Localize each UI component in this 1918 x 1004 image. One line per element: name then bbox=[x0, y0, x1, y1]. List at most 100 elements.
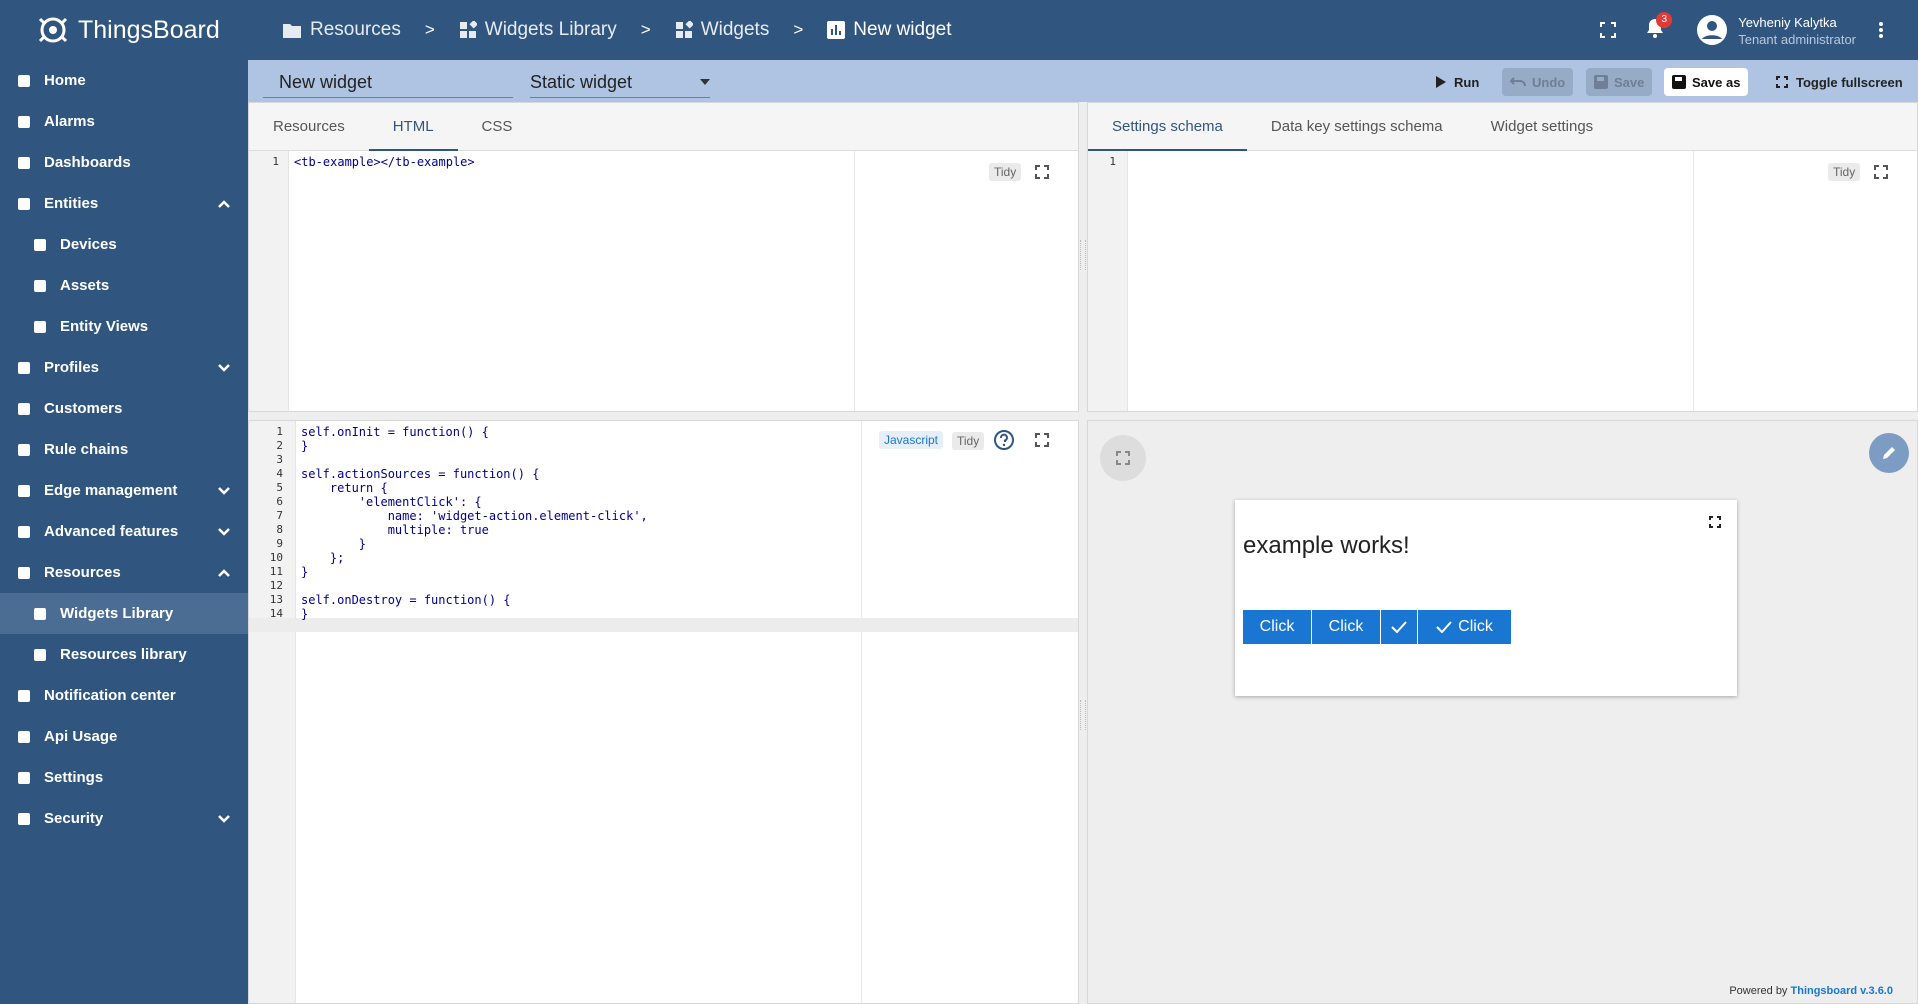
vertical-splitter-handle[interactable] bbox=[1080, 700, 1086, 730]
shield-icon bbox=[14, 809, 34, 829]
sidebar-item-label: Devices bbox=[60, 236, 117, 253]
chevron-up-icon[interactable] bbox=[218, 195, 230, 212]
sidebar-item-edge-management[interactable]: Edge management bbox=[0, 470, 248, 511]
tab-html[interactable]: HTML bbox=[368, 103, 458, 151]
profiles-icon bbox=[14, 358, 34, 378]
run-button[interactable]: Run bbox=[1428, 68, 1487, 96]
breadcrumb-separator: > bbox=[793, 20, 804, 39]
line-number: 1 bbox=[272, 155, 279, 168]
line-number: 5 bbox=[276, 481, 283, 494]
gear-icon bbox=[14, 768, 34, 788]
sidebar-item-resources-library[interactable]: Resources library bbox=[0, 634, 248, 675]
html-code-editor[interactable]: 1 <tb-example></tb-example> Tidy bbox=[249, 151, 1078, 411]
help-icon[interactable] bbox=[994, 430, 1014, 450]
sidebar-item-resources[interactable]: Resources bbox=[0, 552, 248, 593]
click-button[interactable]: Click bbox=[1312, 610, 1380, 644]
tidy-button[interactable]: Tidy bbox=[952, 432, 985, 450]
code-line: self.onDestroy = function() { bbox=[301, 593, 511, 607]
fullscreen-icon[interactable] bbox=[1709, 516, 1721, 528]
fullscreen-icon[interactable] bbox=[1600, 22, 1617, 38]
tidy-button[interactable]: Tidy bbox=[989, 163, 1022, 181]
fullscreen-icon[interactable] bbox=[1035, 165, 1049, 179]
sidebar-item-label: Edge management bbox=[44, 482, 178, 499]
vertical-splitter-handle[interactable] bbox=[1080, 240, 1086, 270]
sidebar-item-label: Advanced features bbox=[44, 523, 179, 540]
undo-icon bbox=[1510, 77, 1526, 87]
chevron-down-icon[interactable] bbox=[218, 810, 230, 827]
click-button[interactable]: Click bbox=[1243, 610, 1311, 644]
tab-settings-schema[interactable]: Settings schema bbox=[1088, 103, 1247, 151]
code-line: }; bbox=[301, 551, 345, 565]
fullscreen-icon[interactable] bbox=[1874, 165, 1888, 179]
sidebar-item-api-usage[interactable]: Api Usage bbox=[0, 716, 248, 757]
check-click-button[interactable]: Click bbox=[1418, 610, 1511, 644]
settings-code-editor[interactable]: 1 Tidy bbox=[1088, 151, 1917, 411]
code-line: multiple: true bbox=[301, 523, 489, 537]
edge-icon bbox=[14, 481, 34, 501]
tidy-button[interactable]: Tidy bbox=[1828, 163, 1861, 181]
sidebar-item-settings[interactable]: Settings bbox=[0, 757, 248, 798]
sidebar-item-widgets-library[interactable]: Widgets Library bbox=[0, 593, 248, 634]
toggle-fullscreen-label: Toggle fullscreen bbox=[1796, 74, 1903, 90]
tab-widget-settings[interactable]: Widget settings bbox=[1467, 103, 1618, 150]
notifications-button[interactable]: 3 bbox=[1646, 11, 1673, 43]
breadcrumb-resources[interactable]: Resources bbox=[282, 19, 401, 41]
line-number: 9 bbox=[276, 537, 283, 550]
print-margin bbox=[861, 421, 862, 1003]
widget-type-select[interactable]: Static widget bbox=[530, 64, 710, 98]
sidebar-item-profiles[interactable]: Profiles bbox=[0, 347, 248, 388]
sidebar-item-dashboards[interactable]: Dashboards bbox=[0, 142, 248, 183]
check-button[interactable] bbox=[1381, 610, 1417, 644]
chevron-down-icon[interactable] bbox=[218, 359, 230, 376]
widget-name-input[interactable]: New widget bbox=[263, 64, 513, 98]
save-button[interactable]: Save bbox=[1586, 68, 1653, 96]
breadcrumb-separator: > bbox=[424, 20, 435, 39]
sidebar-item-devices[interactable]: Devices bbox=[0, 224, 248, 265]
chevron-down-icon[interactable] bbox=[218, 523, 230, 540]
chart-icon bbox=[827, 21, 846, 39]
line-number: 3 bbox=[276, 453, 283, 466]
account-circle-icon bbox=[1697, 15, 1728, 45]
fullscreen-icon[interactable] bbox=[1035, 433, 1049, 447]
breadcrumb-widgets[interactable]: Widgets bbox=[675, 19, 769, 41]
entity-view-icon bbox=[30, 317, 50, 337]
breadcrumb-widgets-library[interactable]: Widgets Library bbox=[459, 19, 617, 41]
toggle-fullscreen-button[interactable]: Toggle fullscreen bbox=[1768, 68, 1911, 96]
sidebar-item-home[interactable]: Home bbox=[0, 60, 248, 101]
sidebar-item-advanced-features[interactable]: Advanced features bbox=[0, 511, 248, 552]
logo[interactable]: ThingsBoard bbox=[0, 0, 248, 60]
preview-fullscreen-button[interactable] bbox=[1100, 435, 1146, 481]
user-menu[interactable]: Yevheniy Kalytka Tenant administrator bbox=[1696, 14, 1856, 47]
thingsboard-version-link[interactable]: Thingsboard v.3.6.0 bbox=[1791, 985, 1894, 997]
chevron-up-icon[interactable] bbox=[218, 564, 230, 581]
line-number: 8 bbox=[276, 523, 283, 536]
dropdown-arrow-icon bbox=[700, 79, 710, 85]
sidebar-item-rule-chains[interactable]: Rule chains bbox=[0, 429, 248, 470]
api-usage-icon bbox=[14, 727, 34, 747]
chevron-down-icon[interactable] bbox=[218, 482, 230, 499]
sidebar-item-alarms[interactable]: Alarms bbox=[0, 101, 248, 142]
tab-resources[interactable]: Resources bbox=[249, 103, 369, 150]
sidebar-item-label: Security bbox=[44, 810, 104, 827]
sidebar-item-security[interactable]: Security bbox=[0, 798, 248, 839]
javascript-editor-panel[interactable]: 123456789101112131415 self.onInit = func… bbox=[248, 420, 1079, 1004]
sidebar-item-assets[interactable]: Assets bbox=[0, 265, 248, 306]
sidebar-item-entities[interactable]: Entities bbox=[0, 183, 248, 224]
powered-by-text: Powered by bbox=[1729, 985, 1788, 997]
edit-widget-button[interactable] bbox=[1869, 433, 1909, 473]
sidebar-item-label: Entity Views bbox=[60, 318, 149, 335]
undo-button[interactable]: Undo bbox=[1502, 68, 1574, 96]
tab-data-key-settings-schema[interactable]: Data key settings schema bbox=[1247, 103, 1467, 150]
sidebar-item-customers[interactable]: Customers bbox=[0, 388, 248, 429]
save-as-icon bbox=[1672, 75, 1686, 89]
code-line: self.actionSources = function() { bbox=[301, 467, 540, 481]
save-as-button[interactable]: Save as bbox=[1664, 68, 1749, 96]
tab-css[interactable]: CSS bbox=[458, 103, 537, 150]
sidebar-item-entity-views[interactable]: Entity Views bbox=[0, 306, 248, 347]
sidebar-item-notification-center[interactable]: Notification center bbox=[0, 675, 248, 716]
more-vert-icon[interactable] bbox=[1878, 21, 1884, 39]
code-line: } bbox=[301, 607, 309, 621]
resources-library-icon bbox=[30, 645, 50, 665]
